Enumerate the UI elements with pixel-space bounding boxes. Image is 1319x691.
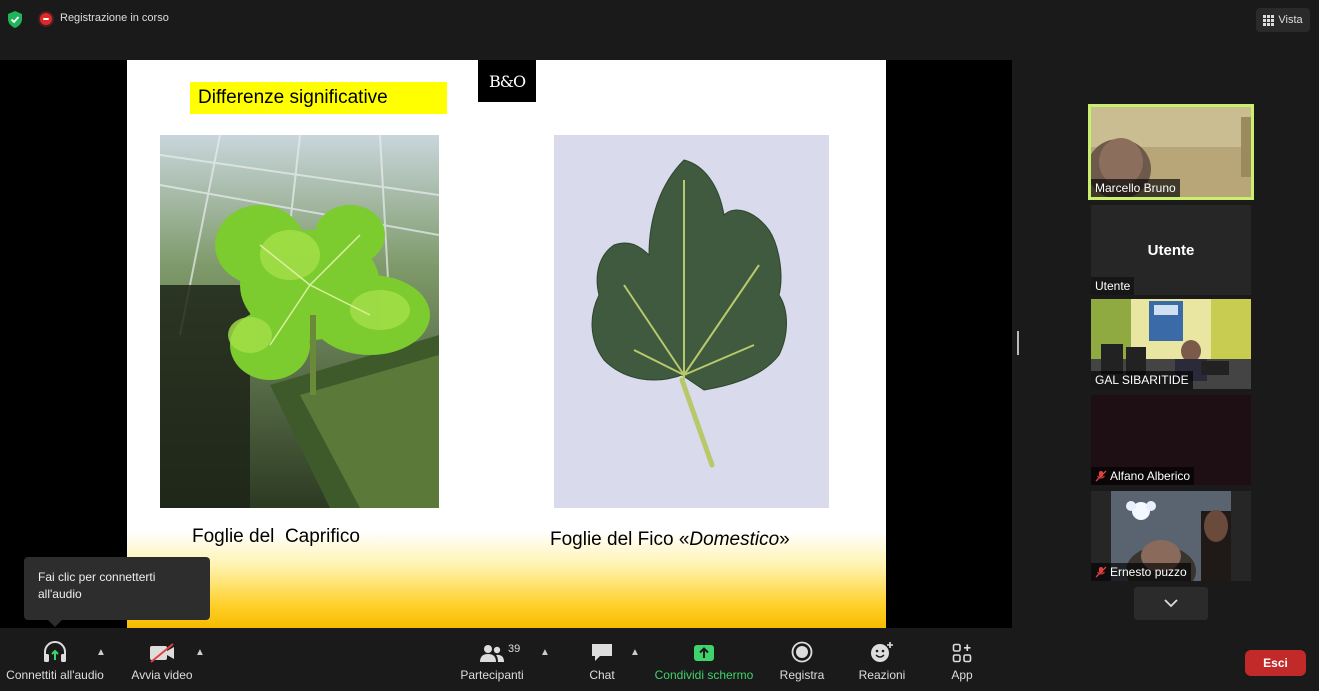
start-video-label: Avvia video	[131, 668, 193, 682]
connect-audio-label: Connettiti all'audio	[6, 668, 104, 682]
caption-domestico-prefix: Foglie del Fico «	[550, 529, 690, 550]
mic-muted-icon	[1095, 566, 1107, 578]
connect-audio-button[interactable]: Connettiti all'audio	[2, 629, 108, 691]
shield-icon[interactable]	[7, 11, 23, 28]
apps-icon	[952, 643, 972, 663]
participant-tile-ernesto-puzzo[interactable]: Ernesto puzzo	[1091, 491, 1251, 581]
caprifico-leaves-photo	[160, 135, 439, 508]
participant-tile-utente[interactable]: Utente Utente	[1091, 205, 1251, 295]
participant-name-row: Ernesto puzzo	[1091, 563, 1191, 581]
share-screen-button[interactable]: Condividi schermo	[652, 629, 756, 691]
record-button[interactable]: Registra	[778, 629, 826, 691]
participant-name-row: Alfano Alberico	[1091, 467, 1195, 485]
caption-domestico-italic: Domestico	[689, 529, 780, 550]
participant-tile-gal-sibaritide[interactable]: GAL SIBARITIDE	[1091, 299, 1251, 389]
audio-tooltip: Fai clic per connetterti all'audio	[24, 557, 210, 627]
participant-name: Marcello Bruno	[1091, 179, 1180, 197]
recording-status[interactable]: Registrazione in corso	[60, 12, 169, 24]
chat-options-caret[interactable]: ▲	[630, 647, 640, 658]
top-bar: Registrazione in corso Vista	[0, 0, 1319, 40]
record-icon	[791, 641, 813, 663]
reactions-button[interactable]: Reazioni	[854, 629, 910, 691]
audio-options-caret[interactable]: ▲	[96, 647, 106, 658]
mic-muted-icon	[1095, 470, 1107, 482]
chevron-down-icon	[1164, 599, 1178, 608]
panel-resize-handle[interactable]	[1017, 331, 1019, 355]
chat-icon	[592, 644, 612, 661]
participant-name: GAL SIBARITIDE	[1091, 371, 1193, 389]
participant-name: Utente	[1091, 277, 1135, 295]
presentation-slide: B&O Differenze significative Foglie del …	[127, 60, 886, 628]
participants-count: 39	[508, 643, 521, 655]
participants-icon	[480, 645, 504, 662]
video-off-icon	[150, 643, 174, 663]
slide-title: Differenze significative	[190, 82, 447, 114]
recording-icon[interactable]	[40, 13, 52, 25]
smiley-plus-icon	[871, 642, 893, 662]
reactions-label: Reazioni	[858, 668, 906, 682]
meeting-toolbar: Connettiti all'audio ▲ Avvia video ▲ Par…	[0, 629, 1319, 691]
domestic-fig-leaf-photo	[554, 135, 829, 508]
view-button[interactable]: Vista	[1256, 8, 1310, 32]
caption-domestico: Foglie del Fico «Domestico»	[550, 529, 790, 551]
chat-button[interactable]: Chat	[582, 629, 622, 691]
caption-domestico-suffix: »	[779, 529, 790, 550]
participant-tile-alfano-alberico[interactable]: Alfano Alberico	[1091, 395, 1251, 485]
apps-label: App	[951, 668, 973, 682]
participant-name: Ernesto puzzo	[1110, 565, 1187, 579]
start-video-button[interactable]: Avvia video	[126, 629, 198, 691]
record-label: Registra	[779, 668, 825, 682]
participants-options-caret[interactable]: ▲	[540, 647, 550, 658]
leave-meeting-button[interactable]: Esci	[1245, 650, 1306, 676]
more-participants-button[interactable]	[1134, 587, 1208, 620]
participant-tile-marcello-bruno[interactable]: Marcello Bruno	[1088, 104, 1254, 200]
headphones-icon	[44, 641, 66, 662]
apps-button[interactable]: App	[944, 629, 980, 691]
brand-logo: B&O	[478, 60, 536, 102]
caption-caprifico: Foglie del Caprifico	[192, 526, 360, 547]
participants-label: Partecipanti	[460, 668, 524, 682]
share-screen-label: Condividi schermo	[654, 668, 754, 682]
share-screen-icon	[694, 645, 714, 661]
grid-icon	[1263, 14, 1275, 26]
video-options-caret[interactable]: ▲	[195, 647, 205, 658]
participant-name: Alfano Alberico	[1110, 469, 1191, 483]
view-label: Vista	[1278, 14, 1303, 26]
participants-button[interactable]: Partecipanti	[456, 629, 528, 691]
chat-label: Chat	[589, 668, 615, 682]
